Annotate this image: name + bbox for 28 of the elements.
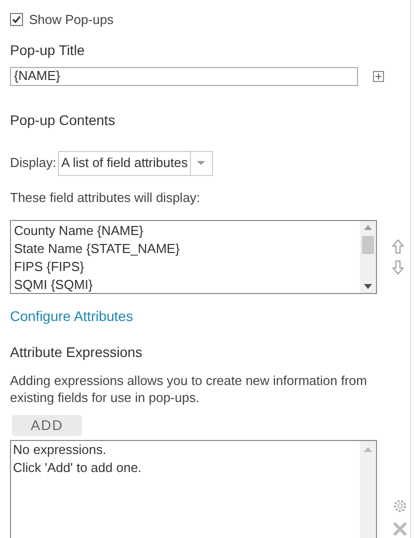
section-heading: Pop-up Title	[10, 40, 86, 60]
add-button[interactable]: ADD	[12, 415, 82, 436]
empty-message: Click 'Add' to add one.	[13, 459, 143, 477]
scroll-bar[interactable]	[360, 221, 376, 293]
list-caption: These field attributes will display:	[10, 188, 202, 207]
title-field[interactable]: {NAME}	[10, 66, 358, 86]
settings-icon[interactable]	[393, 499, 407, 513]
caret-icon	[197, 161, 206, 165]
expressions-description: Adding expressions allows you to create new information from existing fields for use in pop-ups.	[10, 372, 368, 406]
move-up-icon[interactable]	[392, 239, 404, 254]
section-heading: Attribute Expressions	[10, 343, 144, 362]
checkbox[interactable]	[10, 13, 23, 26]
plus-icon[interactable]	[373, 70, 384, 82]
display-label: Display:	[10, 154, 56, 172]
attribute-list[interactable]: County Name {NAME} State Name {STATE_NAME} FIPS {FIPS} SQMI {SQMI}	[10, 220, 377, 294]
empty-message: No expressions.	[13, 441, 108, 459]
section-heading: Pop-up Contents	[10, 110, 116, 130]
attribute-item[interactable]: State Name {STATE_NAME}	[14, 240, 360, 258]
scroll-up-icon[interactable]	[364, 447, 372, 452]
configure-attributes-link[interactable]: Configure Attributes	[10, 306, 133, 327]
attribute-item[interactable]: SQMI {SQMI}	[14, 276, 360, 294]
attribute-item[interactable]: FIPS {FIPS}	[14, 258, 360, 276]
move-down-icon[interactable]	[392, 260, 404, 275]
expressions-list[interactable]: No expressions. Click 'Add' to add one.	[10, 440, 377, 538]
attribute-item[interactable]: County Name {NAME}	[14, 222, 360, 240]
checkbox-label: Show Pop-ups	[29, 11, 114, 29]
delete-icon[interactable]	[393, 522, 407, 536]
display-dropdown[interactable]: A list of field attributes	[58, 150, 213, 176]
